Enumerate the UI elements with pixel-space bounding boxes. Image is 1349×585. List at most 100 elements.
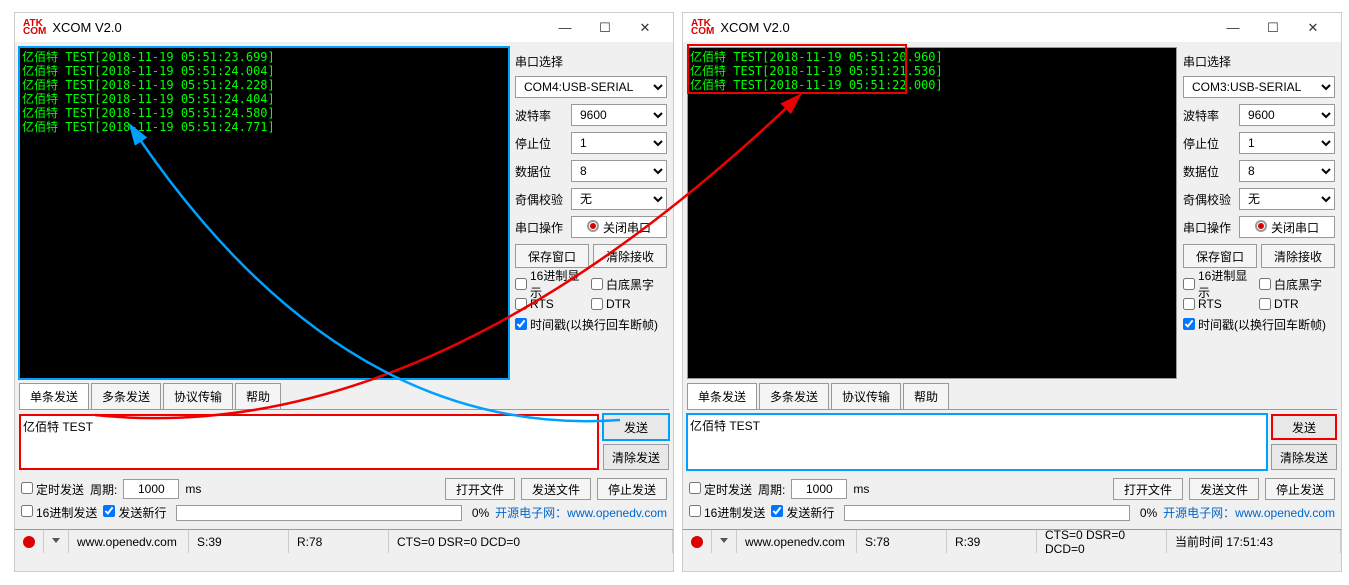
rts-checkbox[interactable]: RTS bbox=[1183, 294, 1259, 314]
send-input[interactable] bbox=[19, 414, 599, 470]
hex-send-checkbox[interactable]: 16进制发送 bbox=[21, 504, 97, 521]
save-window-button[interactable]: 保存窗口 bbox=[1183, 244, 1257, 268]
send-tabs: 单条发送 多条发送 协议传输 帮助 bbox=[19, 383, 669, 410]
cycle-input[interactable] bbox=[791, 479, 847, 499]
tab-help[interactable]: 帮助 bbox=[235, 383, 281, 409]
tab-protocol[interactable]: 协议传输 bbox=[163, 383, 233, 409]
tab-single[interactable]: 单条发送 bbox=[19, 383, 89, 409]
status-url[interactable]: www.openedv.com bbox=[69, 530, 189, 553]
stop-send-button[interactable]: 停止发送 bbox=[1265, 478, 1335, 500]
send-tabs: 单条发送 多条发送 协议传输 帮助 bbox=[687, 383, 1337, 410]
data-label: 数据位 bbox=[515, 163, 571, 180]
hex-display-checkbox[interactable]: 16进制显示 bbox=[515, 274, 591, 294]
stop-send-button[interactable]: 停止发送 bbox=[597, 478, 667, 500]
status-bar: www.openedv.com S:39 R:78 CTS=0 DSR=0 DC… bbox=[15, 529, 673, 553]
clear-recv-button[interactable]: 清除接收 bbox=[1261, 244, 1335, 268]
send-input[interactable] bbox=[687, 414, 1267, 470]
credit-link[interactable]: 开源电子网：www.openedv.com bbox=[495, 504, 667, 521]
tab-help[interactable]: 帮助 bbox=[903, 383, 949, 409]
open-file-button[interactable]: 打开文件 bbox=[1113, 478, 1183, 500]
data-label: 数据位 bbox=[1183, 163, 1239, 180]
record-icon bbox=[587, 220, 599, 232]
send-button[interactable]: 发送 bbox=[603, 414, 669, 440]
op-label: 串口操作 bbox=[515, 219, 571, 236]
xcom-window-left: ATKCOM XCOM V2.0 — ☐ ✕ 亿佰特 TEST[2018-11-… bbox=[14, 12, 674, 572]
settings-panel: 串口选择 COM3:USB-SERIAL 波特率9600 停止位1 数据位8 奇… bbox=[1181, 43, 1341, 383]
timestamp-checkbox[interactable]: 时间戳(以换行回车断帧) bbox=[1183, 314, 1335, 334]
port-toggle-button[interactable]: 关闭串口 bbox=[1239, 216, 1335, 238]
send-file-button[interactable]: 发送文件 bbox=[521, 478, 591, 500]
port-select-label: 串口选择 bbox=[515, 53, 667, 70]
status-signals: CTS=0 DSR=0 DCD=0 bbox=[1037, 530, 1167, 553]
open-file-button[interactable]: 打开文件 bbox=[445, 478, 515, 500]
record-icon bbox=[683, 530, 712, 553]
status-signals: CTS=0 DSR=0 DCD=0 bbox=[389, 530, 673, 553]
close-button[interactable]: ✕ bbox=[1293, 14, 1333, 42]
save-window-button[interactable]: 保存窗口 bbox=[515, 244, 589, 268]
dtr-checkbox[interactable]: DTR bbox=[1259, 294, 1335, 314]
timed-send-checkbox[interactable]: 定时发送 bbox=[21, 481, 84, 498]
dropdown-icon[interactable] bbox=[712, 530, 737, 553]
baud-select[interactable]: 9600 bbox=[1239, 104, 1335, 126]
bw-checkbox[interactable]: 白底黑字 bbox=[1259, 274, 1335, 294]
cycle-label: 周期: bbox=[758, 481, 785, 498]
maximize-button[interactable]: ☐ bbox=[585, 14, 625, 42]
dropdown-icon[interactable] bbox=[44, 530, 69, 553]
status-recv: R:78 bbox=[289, 530, 389, 553]
ms-label: ms bbox=[185, 482, 201, 496]
data-select[interactable]: 8 bbox=[571, 160, 667, 182]
hex-display-checkbox[interactable]: 16进制显示 bbox=[1183, 274, 1259, 294]
data-select[interactable]: 8 bbox=[1239, 160, 1335, 182]
window-title: XCOM V2.0 bbox=[52, 20, 545, 35]
tab-multi[interactable]: 多条发送 bbox=[759, 383, 829, 409]
stop-select[interactable]: 1 bbox=[571, 132, 667, 154]
settings-panel: 串口选择 COM4:USB-SERIAL 波特率9600 停止位1 数据位8 奇… bbox=[513, 43, 673, 383]
titlebar[interactable]: ATKCOM XCOM V2.0 — ☐ ✕ bbox=[15, 13, 673, 43]
app-logo-icon: ATKCOM bbox=[691, 20, 714, 36]
minimize-button[interactable]: — bbox=[545, 14, 585, 42]
titlebar[interactable]: ATKCOM XCOM V2.0 — ☐ ✕ bbox=[683, 13, 1341, 43]
timed-send-checkbox[interactable]: 定时发送 bbox=[689, 481, 752, 498]
record-icon bbox=[15, 530, 44, 553]
credit-link[interactable]: 开源电子网：www.openedv.com bbox=[1163, 504, 1335, 521]
parity-select[interactable]: 无 bbox=[1239, 188, 1335, 210]
terminal-output[interactable]: 亿佰特 TEST[2018-11-19 05:51:20.960] 亿佰特 TE… bbox=[687, 47, 1177, 379]
rts-checkbox[interactable]: RTS bbox=[515, 294, 591, 314]
send-newline-checkbox[interactable]: 发送新行 bbox=[103, 504, 166, 521]
close-button[interactable]: ✕ bbox=[625, 14, 665, 42]
terminal-output[interactable]: 亿佰特 TEST[2018-11-19 05:51:23.699] 亿佰特 TE… bbox=[19, 47, 509, 379]
port-toggle-button[interactable]: 关闭串口 bbox=[571, 216, 667, 238]
status-url[interactable]: www.openedv.com bbox=[737, 530, 857, 553]
status-recv: R:39 bbox=[947, 530, 1037, 553]
cycle-input[interactable] bbox=[123, 479, 179, 499]
status-sent: S:39 bbox=[189, 530, 289, 553]
clear-send-button[interactable]: 清除发送 bbox=[1271, 444, 1337, 470]
status-bar: www.openedv.com S:78 R:39 CTS=0 DSR=0 DC… bbox=[683, 529, 1341, 553]
parity-select[interactable]: 无 bbox=[571, 188, 667, 210]
tab-protocol[interactable]: 协议传输 bbox=[831, 383, 901, 409]
window-title: XCOM V2.0 bbox=[720, 20, 1213, 35]
timestamp-checkbox[interactable]: 时间戳(以换行回车断帧) bbox=[515, 314, 667, 334]
baud-label: 波特率 bbox=[1183, 107, 1239, 124]
maximize-button[interactable]: ☐ bbox=[1253, 14, 1293, 42]
send-newline-checkbox[interactable]: 发送新行 bbox=[771, 504, 834, 521]
stop-select[interactable]: 1 bbox=[1239, 132, 1335, 154]
clear-send-button[interactable]: 清除发送 bbox=[603, 444, 669, 470]
port-select[interactable]: COM3:USB-SERIAL bbox=[1183, 76, 1335, 98]
dtr-checkbox[interactable]: DTR bbox=[591, 294, 667, 314]
tab-single[interactable]: 单条发送 bbox=[687, 383, 757, 409]
ms-label: ms bbox=[853, 482, 869, 496]
port-select[interactable]: COM4:USB-SERIAL bbox=[515, 76, 667, 98]
send-file-button[interactable]: 发送文件 bbox=[1189, 478, 1259, 500]
minimize-button[interactable]: — bbox=[1213, 14, 1253, 42]
clear-recv-button[interactable]: 清除接收 bbox=[593, 244, 667, 268]
baud-label: 波特率 bbox=[515, 107, 571, 124]
hex-send-checkbox[interactable]: 16进制发送 bbox=[689, 504, 765, 521]
send-button[interactable]: 发送 bbox=[1271, 414, 1337, 440]
xcom-window-right: ATKCOM XCOM V2.0 — ☐ ✕ 亿佰特 TEST[2018-11-… bbox=[682, 12, 1342, 572]
op-label: 串口操作 bbox=[1183, 219, 1239, 236]
tab-multi[interactable]: 多条发送 bbox=[91, 383, 161, 409]
parity-label: 奇偶校验 bbox=[1183, 191, 1239, 208]
bw-checkbox[interactable]: 白底黑字 bbox=[591, 274, 667, 294]
baud-select[interactable]: 9600 bbox=[571, 104, 667, 126]
